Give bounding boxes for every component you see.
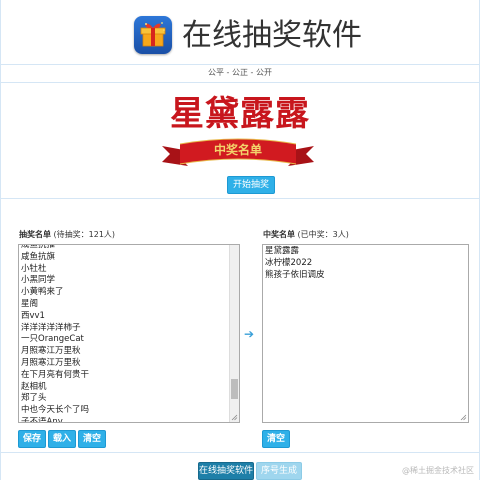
list-item: 咸鱼抗旗 xyxy=(21,251,56,262)
list-item: 郑了头 xyxy=(21,393,47,404)
winner-count: (已中奖：3人) xyxy=(297,230,349,239)
winner-name: 星黛露露 xyxy=(170,94,310,134)
start-draw-button[interactable]: 开始抽奖 xyxy=(227,176,275,194)
candidate-list-title: 抽奖名单 xyxy=(19,230,51,239)
tab-serial-generator[interactable]: 序号生成器 xyxy=(256,462,302,492)
app-title: 在线抽奖软件 xyxy=(182,18,362,53)
list-item: 一只OrangeCat xyxy=(21,334,84,345)
arrow-right-icon: ➔ xyxy=(244,327,255,341)
list-item: 熊孩子依旧调皮 xyxy=(265,269,325,280)
clear-winners-button[interactable]: 清空 xyxy=(262,430,290,448)
divider xyxy=(0,452,480,453)
candidate-count: (待抽奖：121人) xyxy=(53,230,116,239)
candidate-list-content: 成鱼抗推 咸鱼抗旗 小牡杜 小黑同学 小黄鸭来了 星阁 西vv1 洋洋洋洋洋柿子 一只Orang… xyxy=(19,244,239,423)
tab-online-lottery[interactable]: 在线抽奖软件 xyxy=(198,462,254,480)
list-item: 西vv1 xyxy=(21,310,45,321)
candidate-list-label: 抽奖名单 (待抽奖：121人) xyxy=(19,229,115,240)
list-item: 小牡杜 xyxy=(21,263,47,274)
resize-handle-icon[interactable] xyxy=(231,414,238,421)
winner-list-label: 中奖名单 (已中奖：3人) xyxy=(263,229,349,240)
list-item: 星阁 xyxy=(21,298,39,309)
list-item: 子不语Any xyxy=(21,416,63,423)
divider xyxy=(0,82,480,83)
divider xyxy=(0,64,480,65)
list-item: 冰柠檬2022 xyxy=(265,257,313,268)
list-item: 小黑同学 xyxy=(21,275,56,286)
divider xyxy=(0,198,480,199)
clear-candidates-button[interactable]: 清空 xyxy=(78,430,106,448)
app-frame: 在线抽奖软件 公平 - 公正 - 公开 星黛露露 中奖名单 开始抽奖 抽奖名单 … xyxy=(0,0,480,492)
list-item: 在下月亮有何贵干 xyxy=(21,369,90,380)
save-button[interactable]: 保存 xyxy=(18,430,46,448)
winner-list-title: 中奖名单 xyxy=(263,230,295,239)
slogan: 公平 - 公正 - 公开 xyxy=(208,68,272,77)
list-item: 成鱼抗推 xyxy=(21,244,56,250)
winner-list-content: 星黛露露 冰柠檬2022 熊孩子依旧调皮 xyxy=(263,245,468,282)
list-item: 星黛露露 xyxy=(265,246,300,256)
winner-list-textarea[interactable]: 星黛露露 冰柠檬2022 熊孩子依旧调皮 xyxy=(262,244,469,423)
list-item: 赵相机 xyxy=(21,381,47,392)
list-item: 洋洋洋洋洋柿子 xyxy=(21,322,81,333)
list-item: 小黄鸭来了 xyxy=(21,287,64,298)
candidate-list-scrollbar[interactable] xyxy=(229,245,239,422)
scroll-thumb[interactable] xyxy=(231,379,238,399)
list-item: 中也今天长个了吗 xyxy=(21,405,90,416)
list-item: 月照寒江万里秋 xyxy=(21,357,81,368)
gift-box-icon xyxy=(134,16,172,54)
resize-handle-icon[interactable] xyxy=(460,414,467,421)
header: 在线抽奖软件 xyxy=(0,0,480,64)
candidate-list-textarea[interactable]: 成鱼抗推 咸鱼抗旗 小牡杜 小黑同学 小黄鸭来了 星阁 西vv1 洋洋洋洋洋柿子 一只Orang… xyxy=(18,244,240,423)
load-button[interactable]: 载入 xyxy=(48,430,76,448)
list-item: 月照寒江万里秋 xyxy=(21,346,81,357)
watermark: @稀土掘金技术社区 xyxy=(402,466,474,475)
ribbon-label: 中奖名单 xyxy=(213,143,262,157)
